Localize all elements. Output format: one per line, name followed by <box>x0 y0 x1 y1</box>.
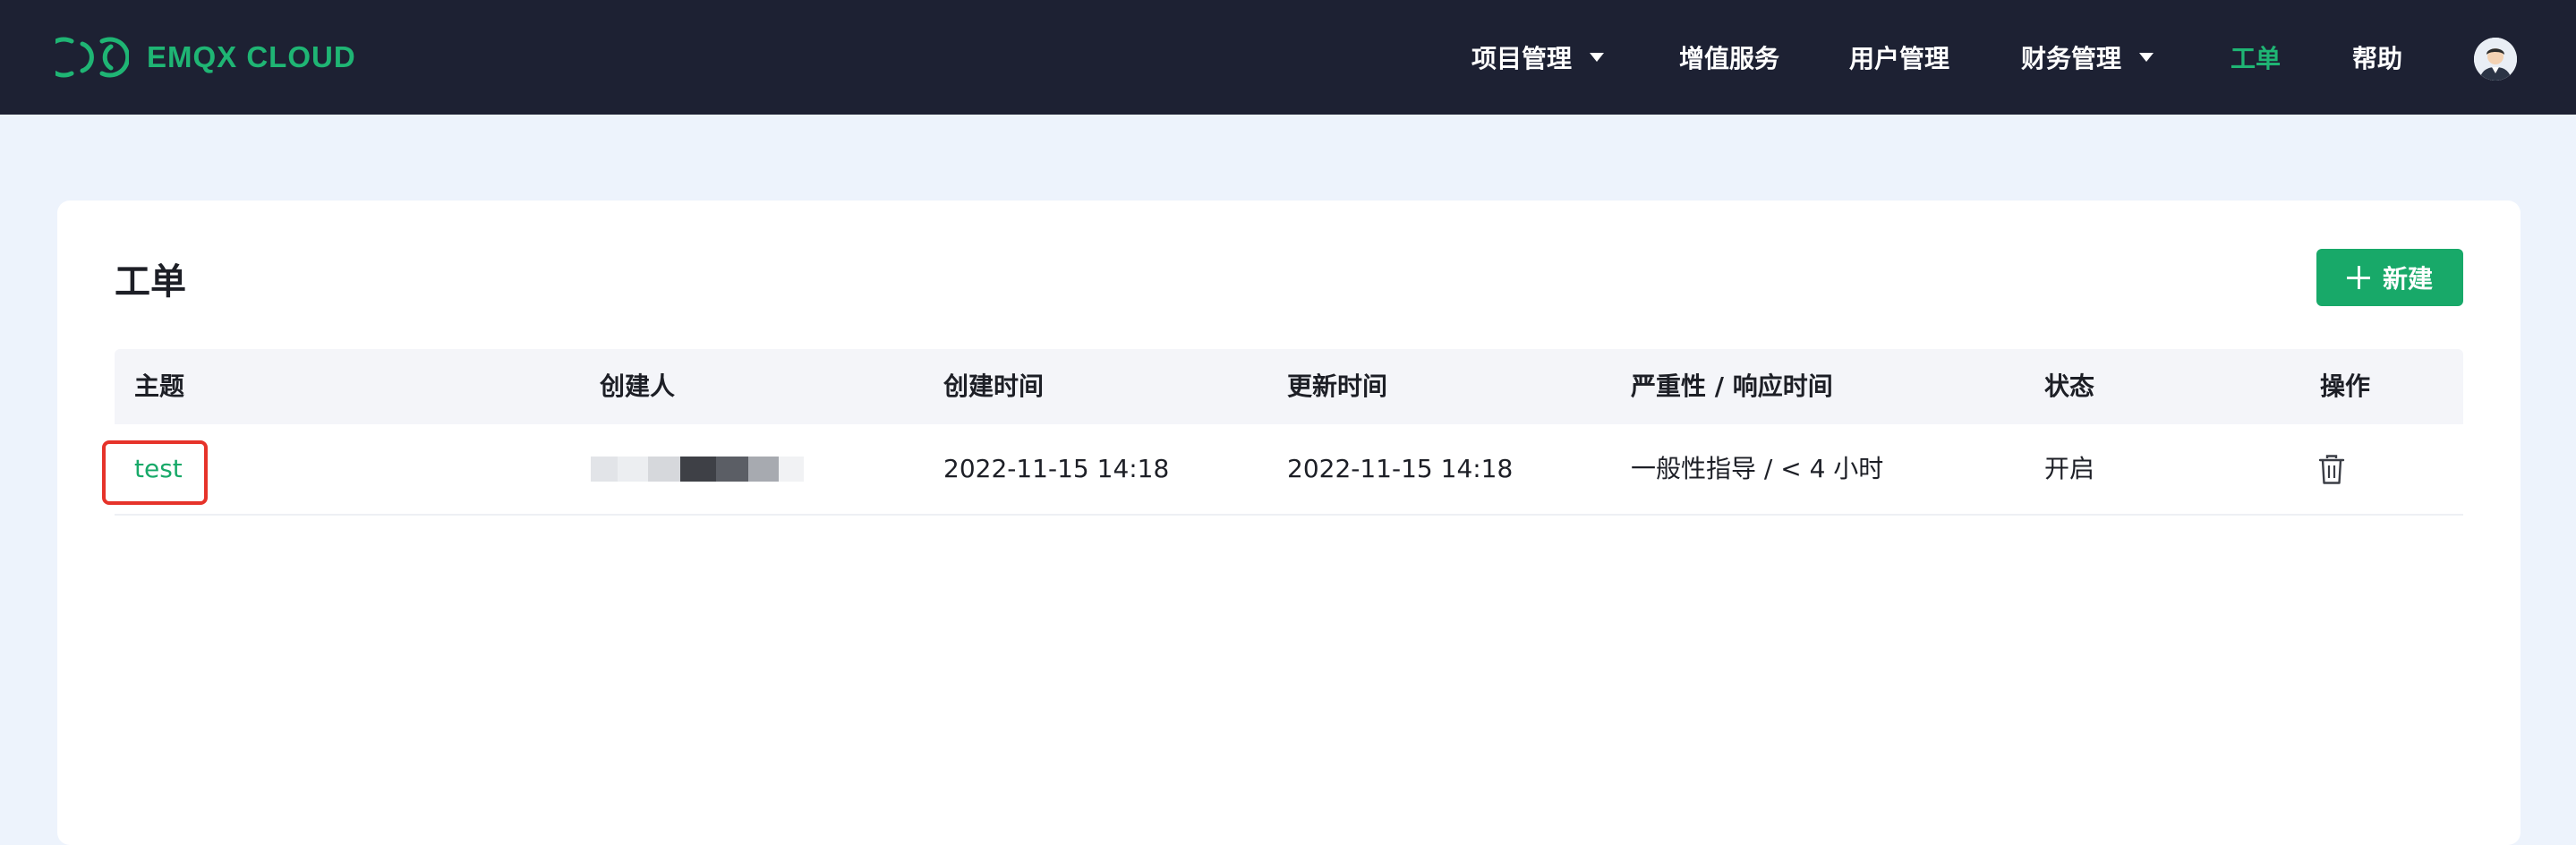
column-header-subject: 主题 <box>134 371 185 401</box>
nav-label: 项目管理 <box>1471 44 1573 73</box>
created-at-cell: 2022-11-15 14:18 <box>943 454 1170 483</box>
column-header-status: 状态 <box>2044 371 2095 401</box>
plus-icon <box>2346 266 2370 289</box>
ticket-subject-link[interactable]: test <box>134 424 183 514</box>
severity-cell: 一般性指导 / < 4 小时 <box>1631 454 1884 483</box>
page-title: 工单 <box>115 261 186 303</box>
nav-label: 财务管理 <box>2021 44 2122 73</box>
updated-at-cell: 2022-11-15 14:18 <box>1287 454 1514 483</box>
column-header-creator: 创建人 <box>600 371 676 401</box>
nav-item-project-management[interactable]: 项目管理 <box>1471 0 1605 115</box>
column-header-updated-at: 更新时间 <box>1287 371 1388 401</box>
status-cell: 开启 <box>2044 454 2095 483</box>
nav-item-user-management[interactable]: 用户管理 <box>1849 0 1949 115</box>
table-row: test 2022-11-15 14:18 2022-11-15 14:18 一… <box>102 424 2463 516</box>
nav-item-tickets[interactable]: 工单 <box>2231 0 2281 115</box>
tickets-card: 工单 新建 主题 创建人 创建时间 更新时间 严重性 / 响应时间 状态 操作 … <box>57 201 2521 845</box>
emqx-logo-icon <box>55 37 129 78</box>
user-avatar[interactable] <box>2474 38 2517 81</box>
column-header-severity: 严重性 / 响应时间 <box>1631 371 1833 401</box>
nav-item-help[interactable]: 帮助 <box>2352 0 2402 115</box>
chevron-down-icon <box>2139 53 2154 62</box>
nav-item-finance-management[interactable]: 财务管理 <box>2021 0 2154 115</box>
table-header: 主题 创建人 创建时间 更新时间 严重性 / 响应时间 状态 操作 <box>115 349 2463 424</box>
new-button-label: 新建 <box>2382 264 2433 294</box>
emqx-cloud-logo[interactable]: EMQX CLOUD <box>55 32 356 82</box>
nav-label: 工单 <box>2231 44 2282 73</box>
logo-text: EMQX CLOUD <box>147 40 356 73</box>
tickets-table: 主题 创建人 创建时间 更新时间 严重性 / 响应时间 状态 操作 test 2… <box>102 349 2463 516</box>
top-navbar: EMQX CLOUD 项目管理 增值服务 用户管理 财务管理 工单 帮助 <box>0 0 2576 115</box>
trash-icon[interactable] <box>2318 455 2345 485</box>
chevron-down-icon <box>1590 53 1605 62</box>
creator-redacted <box>591 424 804 514</box>
avatar-icon <box>2474 38 2517 81</box>
nav-label: 用户管理 <box>1849 44 1950 73</box>
nav-item-value-added-services[interactable]: 增值服务 <box>1679 0 1779 115</box>
column-header-created-at: 创建时间 <box>943 371 1045 401</box>
column-header-actions: 操作 <box>2320 371 2371 401</box>
nav-label: 增值服务 <box>1679 44 1780 73</box>
new-ticket-button[interactable]: 新建 <box>2316 249 2463 306</box>
nav-label: 帮助 <box>2352 44 2403 73</box>
